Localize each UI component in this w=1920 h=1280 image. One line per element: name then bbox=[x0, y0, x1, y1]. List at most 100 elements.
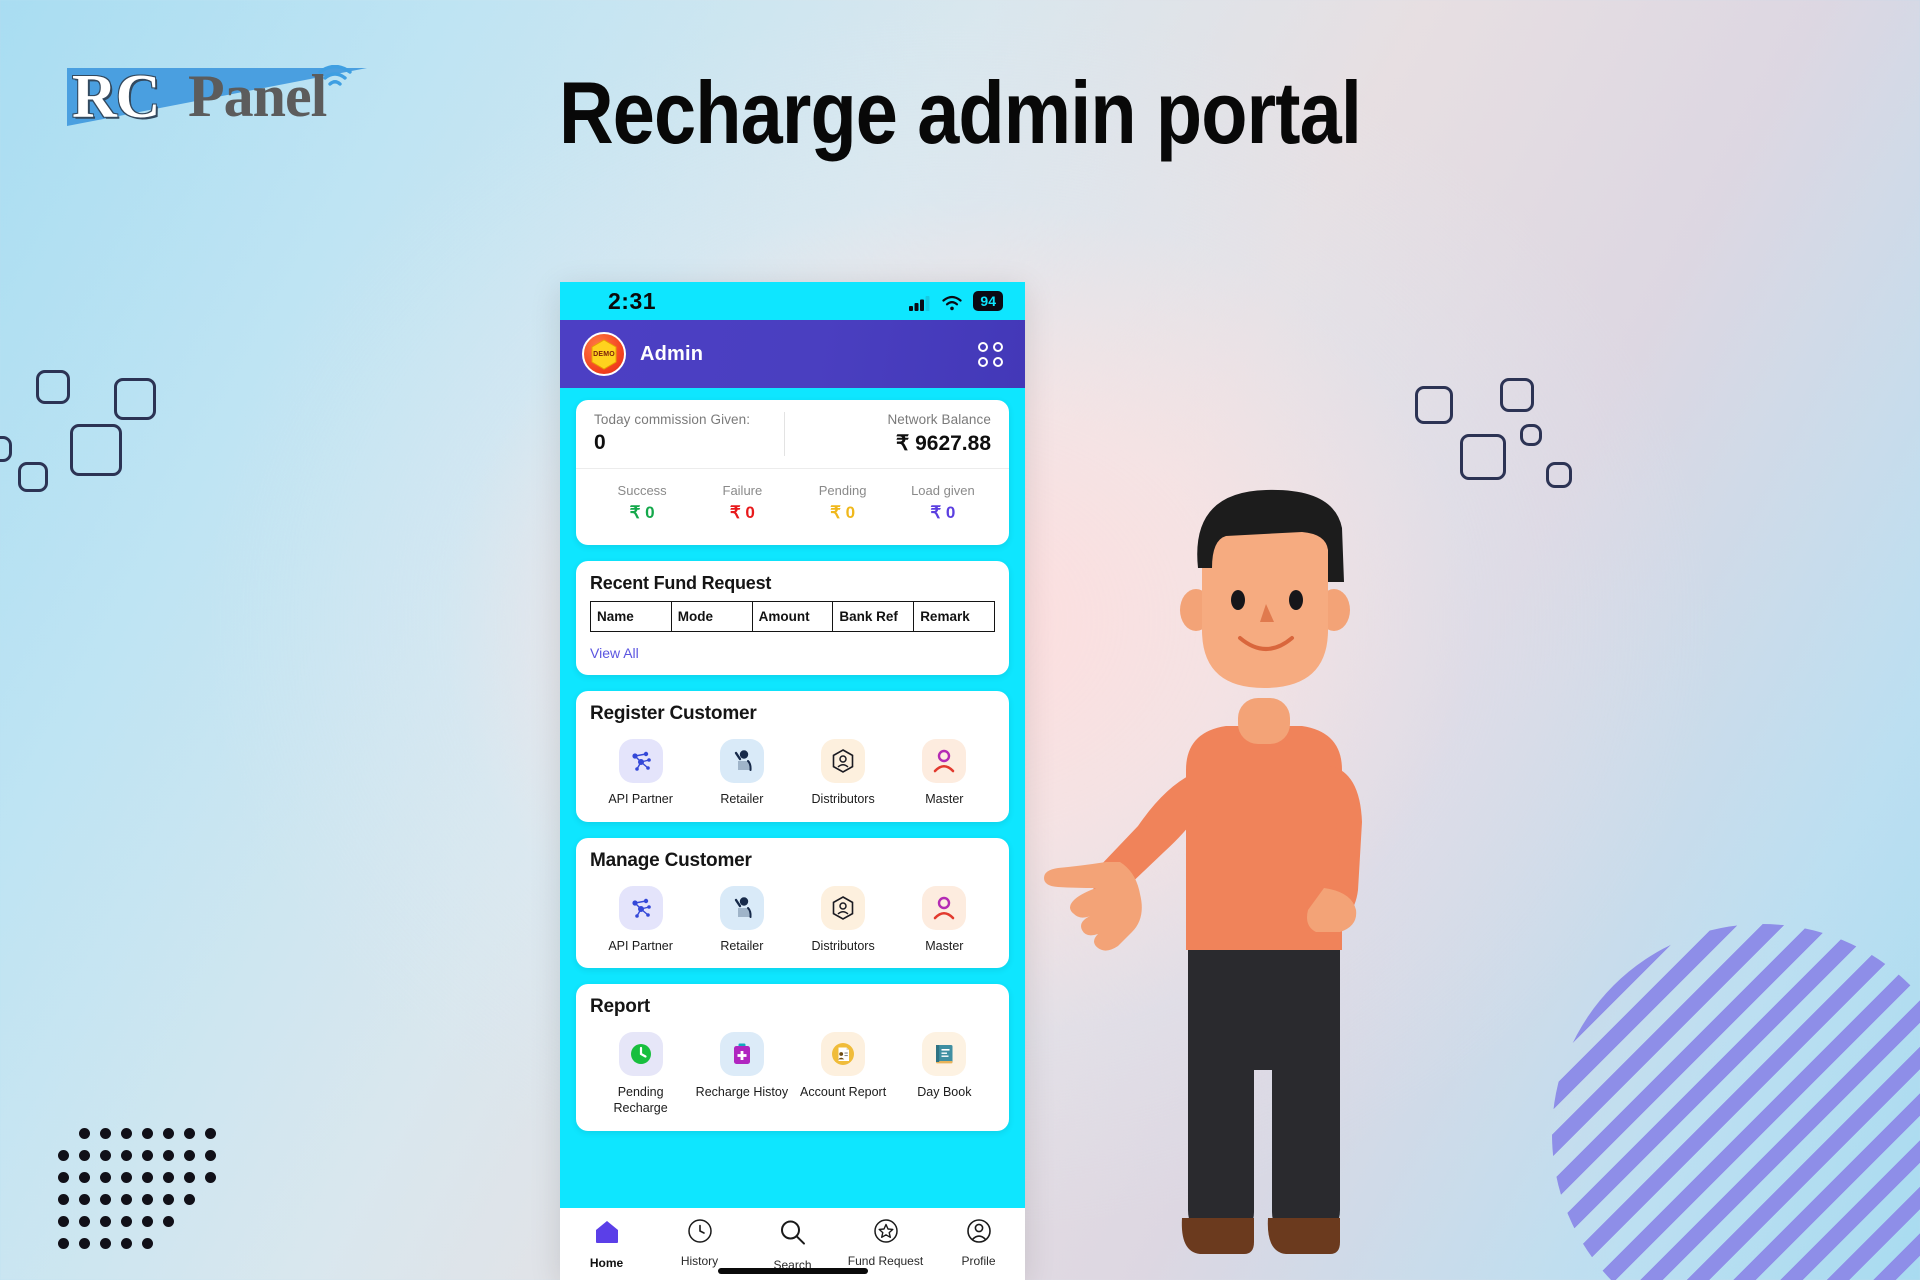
decorative-dot bbox=[79, 1150, 90, 1161]
stat-value: ₹ 0 bbox=[729, 503, 755, 522]
commission-label: Today commission Given: bbox=[594, 412, 751, 427]
register-customer-icon-row: API Partner Retailer Distributors Master bbox=[590, 729, 995, 808]
decorative-dot bbox=[163, 1150, 174, 1161]
manage-customer-card: Manage Customer API Partner Retailer Distr… bbox=[576, 837, 1009, 969]
report-card: Report Pending Recharge Recharge Histoy Ac… bbox=[576, 984, 1009, 1131]
report-item[interactable]: Recharge Histoy bbox=[691, 1022, 792, 1116]
decorative-dot bbox=[142, 1238, 153, 1249]
decorative-dot bbox=[100, 1150, 111, 1161]
book-icon bbox=[922, 1032, 967, 1077]
stat-label: Pending bbox=[818, 483, 867, 498]
decorative-dot bbox=[79, 1172, 90, 1183]
table-column-header: Mode bbox=[672, 602, 753, 631]
icon-label: Retailer bbox=[720, 792, 764, 806]
register-customer-title: Register Customer bbox=[590, 703, 757, 724]
manage-customer-item[interactable]: Retailer bbox=[691, 876, 792, 955]
icon-label: API Partner bbox=[608, 938, 673, 953]
nav-item-label: Profile bbox=[961, 1254, 996, 1268]
clock-green-icon bbox=[618, 1032, 663, 1077]
stat-success: Success ₹ 0 bbox=[592, 483, 692, 523]
network-balance-label: Network Balance bbox=[887, 412, 991, 427]
account-report-icon bbox=[821, 1032, 866, 1077]
register-customer-item[interactable]: Master bbox=[894, 729, 995, 808]
pointing-character-illustration bbox=[1044, 489, 1362, 1254]
home-icon bbox=[593, 1218, 621, 1251]
icon-label: Day Book bbox=[917, 1085, 972, 1100]
decorative-dot bbox=[121, 1128, 132, 1139]
commission-value: 0 bbox=[594, 431, 606, 454]
nav-item-home[interactable]: Home bbox=[560, 1218, 653, 1270]
stat-failure: Failure ₹ 0 bbox=[692, 483, 792, 523]
decorative-dot bbox=[163, 1216, 174, 1227]
decorative-dot bbox=[58, 1216, 69, 1227]
nav-item-label: History bbox=[680, 1254, 719, 1268]
decorative-dot bbox=[79, 1238, 90, 1249]
phone-scroll-area[interactable]: Today commission Given: 0 Network Balanc… bbox=[560, 400, 1025, 1131]
icon-label: Recharge Histoy bbox=[695, 1085, 789, 1100]
decorative-dot bbox=[58, 1172, 69, 1183]
nav-item-search[interactable]: Search bbox=[746, 1218, 839, 1272]
decorative-dot bbox=[121, 1172, 132, 1183]
wifi-icon bbox=[942, 295, 963, 311]
search-icon bbox=[778, 1218, 808, 1253]
decorative-dot bbox=[184, 1172, 195, 1183]
status-bar: 2:31 94 bbox=[560, 282, 1025, 320]
decorative-dot bbox=[100, 1172, 111, 1183]
decorative-dot bbox=[79, 1216, 90, 1227]
report-title: Report bbox=[590, 996, 651, 1018]
commission-block: Today commission Given: 0 bbox=[594, 412, 784, 456]
demo-hexagon-badge: DEMO bbox=[590, 338, 618, 370]
master-user-icon bbox=[922, 885, 967, 930]
stat-value: ₹ 0 bbox=[930, 503, 956, 522]
register-customer-item[interactable]: API Partner bbox=[590, 729, 691, 808]
nav-item-profile[interactable]: Profile bbox=[932, 1218, 1025, 1268]
nav-item-fund-request[interactable]: Fund Request bbox=[839, 1218, 932, 1268]
manage-customer-icon-row: API Partner Retailer Distributors Master bbox=[590, 876, 995, 955]
history-clock-icon bbox=[687, 1218, 713, 1249]
hexagon-user-icon bbox=[821, 885, 866, 930]
status-time: 2:31 bbox=[608, 287, 657, 314]
stat-label: Failure bbox=[722, 483, 763, 498]
decorative-dot bbox=[163, 1128, 174, 1139]
user-name: Admin bbox=[640, 342, 704, 365]
decorative-dot bbox=[142, 1172, 153, 1183]
network-nodes-icon bbox=[618, 739, 663, 783]
home-indicator-bar bbox=[717, 1268, 868, 1274]
app-bar: DEMO Admin bbox=[560, 320, 1025, 388]
register-customer-card: Register Customer API Partner Retailer Dis… bbox=[576, 691, 1009, 822]
table-column-header: Amount bbox=[753, 602, 834, 631]
manage-customer-item[interactable]: API Partner bbox=[590, 876, 691, 955]
manage-customer-item[interactable]: Distributors bbox=[793, 876, 894, 955]
decorative-dot bbox=[121, 1238, 132, 1249]
decorative-dot bbox=[58, 1150, 69, 1161]
recent-fund-request-title: Recent Fund Request bbox=[590, 573, 772, 593]
nav-item-history[interactable]: History bbox=[653, 1218, 746, 1268]
report-item[interactable]: Pending Recharge bbox=[590, 1022, 691, 1116]
striped-circle-decoration bbox=[1552, 924, 1920, 1280]
hexagon-user-icon bbox=[821, 739, 866, 783]
icon-label: Distributors bbox=[811, 938, 875, 953]
report-item[interactable]: Day Book bbox=[894, 1022, 995, 1116]
decorative-dot bbox=[100, 1216, 111, 1227]
decorative-dot bbox=[205, 1150, 216, 1161]
decorative-dot bbox=[100, 1238, 111, 1249]
decorative-dot bbox=[100, 1128, 111, 1139]
table-column-header: Bank Ref bbox=[833, 602, 915, 631]
decorative-dot bbox=[79, 1194, 90, 1205]
icon-label: Master bbox=[925, 792, 964, 806]
register-customer-item[interactable]: Distributors bbox=[793, 729, 894, 808]
table-column-header: Name bbox=[591, 602, 672, 631]
view-all-link[interactable]: View All bbox=[590, 645, 995, 661]
fund-request-table-header: Name Mode Amount Bank Ref Remark bbox=[590, 601, 995, 632]
decorative-dot bbox=[205, 1172, 216, 1183]
icon-label: Distributors bbox=[811, 792, 875, 806]
register-customer-item[interactable]: Retailer bbox=[691, 729, 792, 808]
report-item[interactable]: Account Report bbox=[793, 1022, 894, 1116]
grid-menu-icon[interactable] bbox=[978, 341, 1003, 367]
decorative-dot bbox=[58, 1194, 69, 1205]
decorative-dot bbox=[142, 1128, 153, 1139]
manage-customer-item[interactable]: Master bbox=[894, 876, 995, 955]
profile-icon bbox=[966, 1218, 992, 1249]
decorative-dot bbox=[121, 1194, 132, 1205]
avatar[interactable]: DEMO bbox=[582, 332, 626, 376]
